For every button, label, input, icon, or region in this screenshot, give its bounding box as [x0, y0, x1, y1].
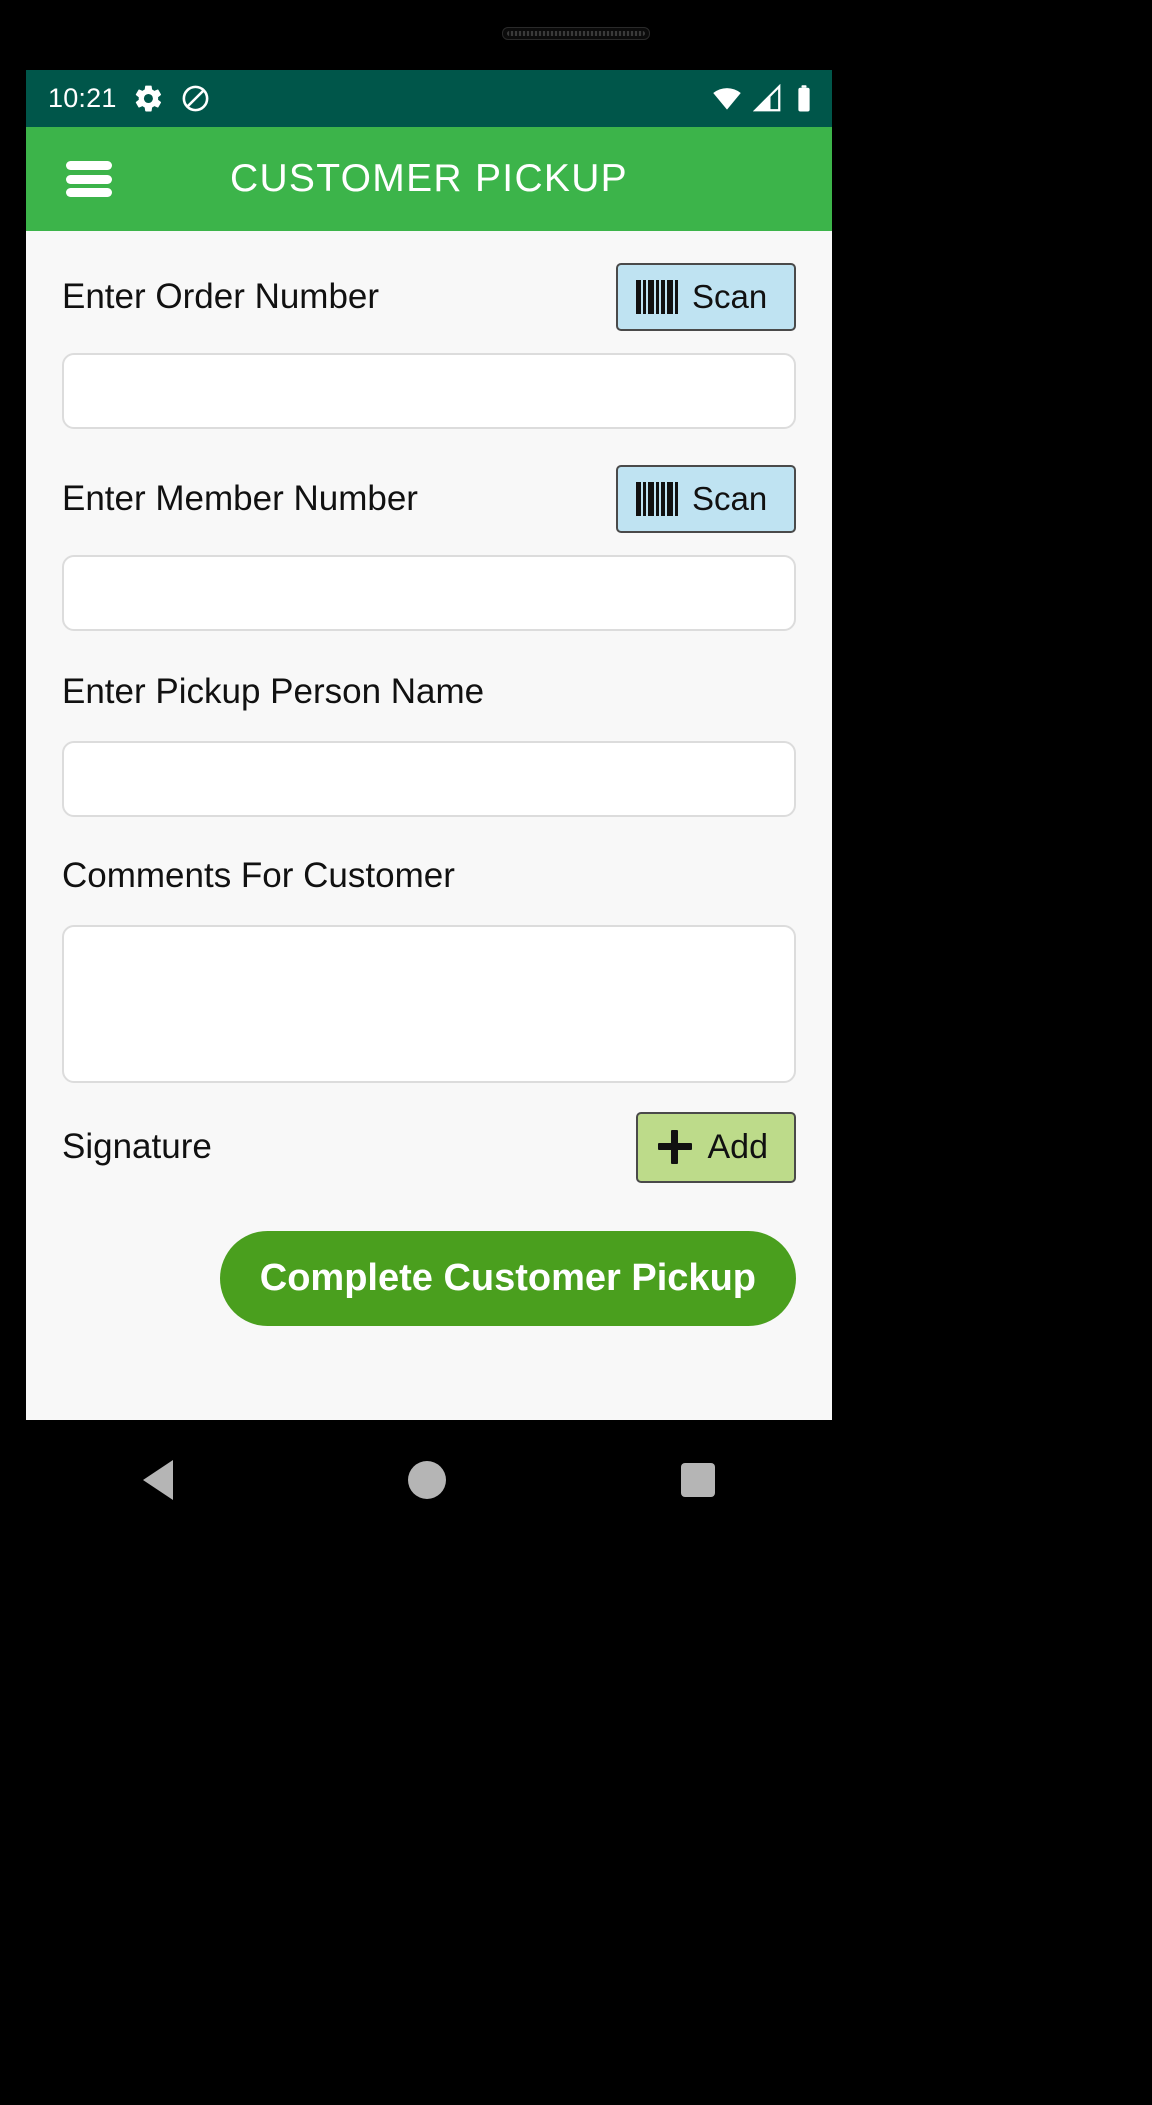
- add-signature-label: Add: [707, 1127, 769, 1166]
- member-number-input[interactable]: [62, 555, 796, 631]
- submit-row: Complete Customer Pickup: [62, 1189, 796, 1326]
- comments-row: Comments For Customer: [62, 817, 796, 911]
- barcode-icon: [636, 482, 678, 516]
- battery-icon: [794, 84, 814, 114]
- scan-member-number-button[interactable]: Scan: [616, 465, 796, 533]
- order-number-row: Enter Order Number Scan: [62, 231, 796, 339]
- scan-order-number-button[interactable]: Scan: [616, 263, 796, 331]
- scan-member-number-label: Scan: [692, 480, 768, 517]
- order-number-label: Enter Order Number: [62, 277, 380, 316]
- earpiece-speaker: [502, 27, 650, 40]
- gear-icon: [133, 83, 164, 114]
- pickup-person-row: Enter Pickup Person Name: [62, 631, 796, 727]
- hamburger-bar: [66, 174, 112, 184]
- hamburger-menu-icon[interactable]: [66, 161, 112, 197]
- status-clock: 10:21: [48, 83, 117, 113]
- hamburger-bar: [66, 188, 112, 197]
- android-nav-bar: [26, 1420, 832, 1540]
- member-number-row: Enter Member Number Scan: [62, 429, 796, 541]
- hamburger-bar: [66, 161, 112, 170]
- comments-textarea[interactable]: [62, 925, 796, 1083]
- page-title: CUSTOMER PICKUP: [230, 157, 628, 200]
- status-bar: 10:21: [26, 70, 832, 127]
- app-bar: CUSTOMER PICKUP: [26, 127, 832, 231]
- pickup-person-input[interactable]: [62, 741, 796, 817]
- phone-screen: 10:21 CUSTOMER PICKUP Enter Order Number…: [26, 70, 832, 1420]
- scan-order-number-label: Scan: [692, 278, 768, 315]
- status-bar-right: [712, 83, 814, 114]
- add-signature-button[interactable]: Add: [635, 1111, 796, 1183]
- form-content: Enter Order Number Scan Enter Member Num…: [26, 231, 832, 1420]
- signature-label: Signature: [62, 1127, 212, 1166]
- complete-customer-pickup-button[interactable]: Complete Customer Pickup: [219, 1231, 796, 1326]
- cell-signal-icon: [753, 83, 783, 114]
- barcode-icon: [636, 280, 678, 314]
- recents-square-icon[interactable]: [680, 1463, 715, 1497]
- wifi-icon: [712, 84, 742, 114]
- plus-icon: [657, 1130, 692, 1164]
- signature-row: Signature Add: [62, 1083, 796, 1189]
- comments-label: Comments For Customer: [62, 856, 455, 895]
- order-number-input[interactable]: [62, 353, 796, 429]
- member-number-label: Enter Member Number: [62, 479, 418, 518]
- back-triangle-icon[interactable]: [143, 1460, 174, 1500]
- pickup-person-label: Enter Pickup Person Name: [62, 672, 485, 711]
- do-not-disturb-icon: [180, 83, 211, 114]
- device-frame: 10:21 CUSTOMER PICKUP Enter Order Number…: [0, 0, 1152, 2105]
- status-bar-left: 10:21: [48, 83, 211, 114]
- home-circle-icon[interactable]: [407, 1461, 446, 1499]
